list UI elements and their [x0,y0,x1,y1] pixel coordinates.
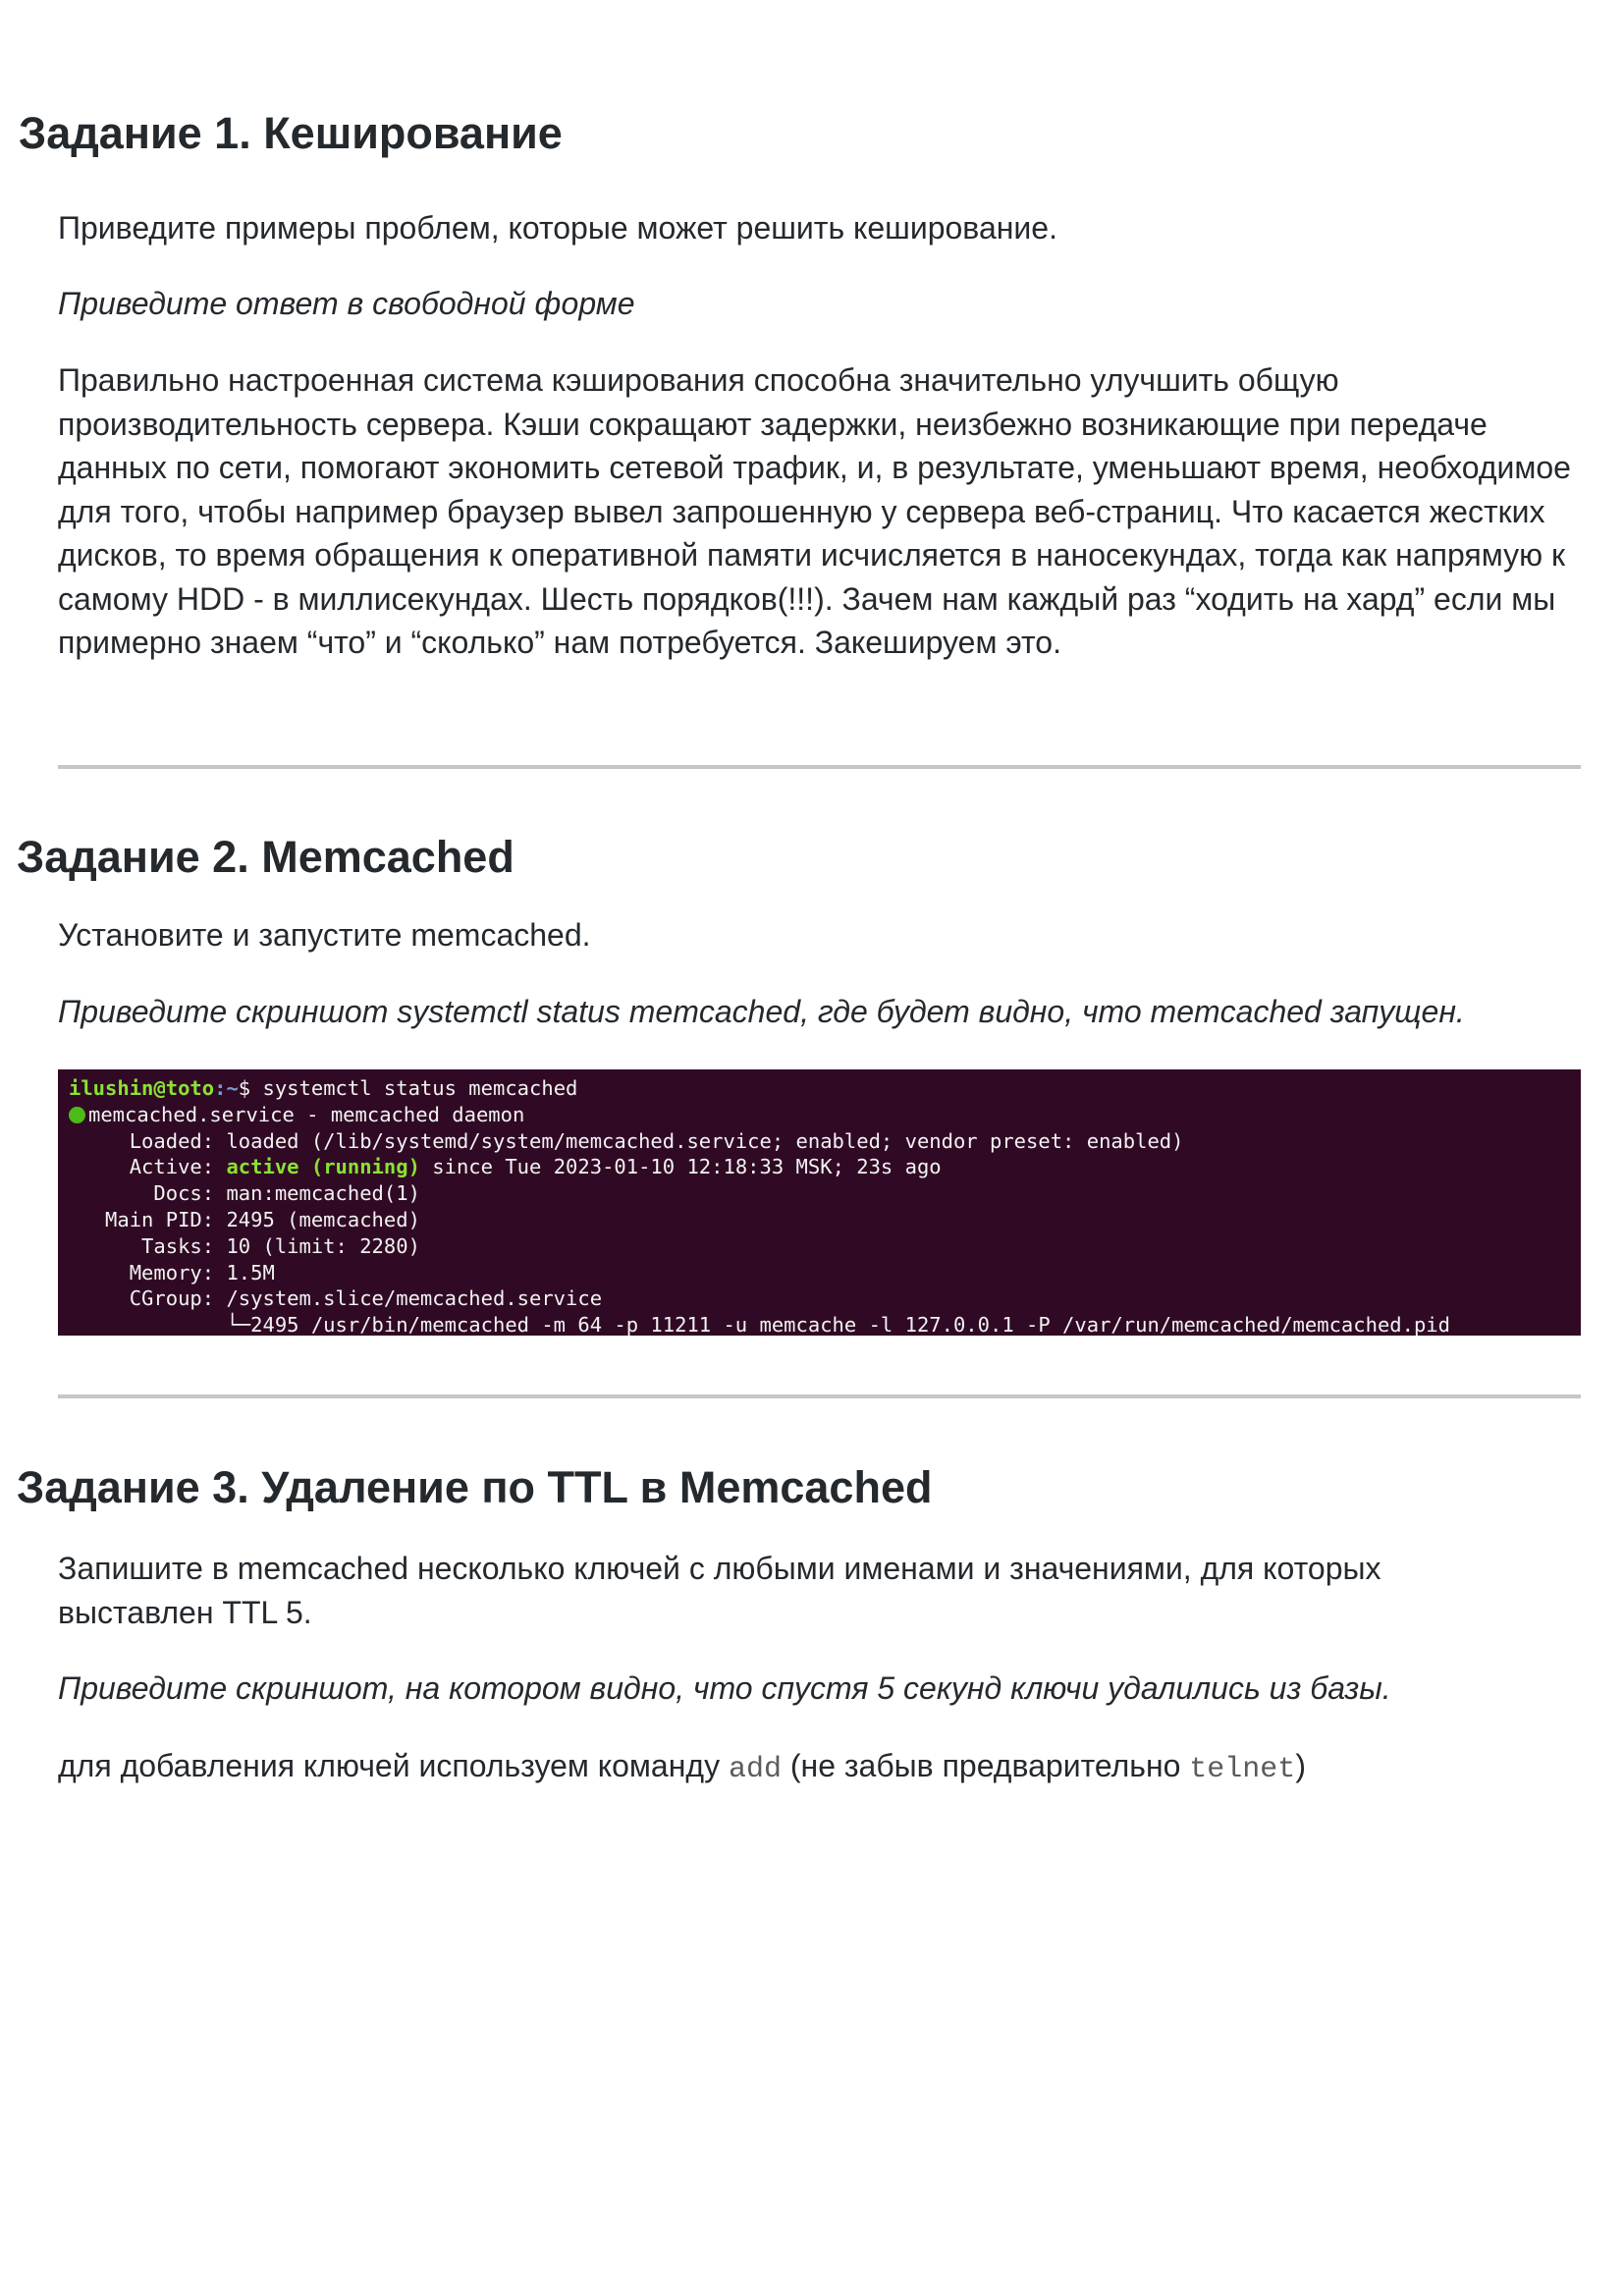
terminal-tasks-line: Tasks: 10 (limit: 2280) [69,1233,420,1258]
active-state: active (running) [226,1155,420,1179]
task1-title: Задание 1. Кеширование [19,108,563,158]
code-add: add [728,1753,782,1786]
terminal-loaded-line: Loaded: loaded (/lib/systemd/system/memc… [69,1128,1184,1153]
active-label: Active: [69,1155,227,1179]
task2-question: Установите и запустите memcached. [58,917,591,953]
answer-text-prefix: для добавления ключей используем команду [58,1748,729,1783]
active-since: since Tue 2023-01-10 12:18:33 MSK; 23s a… [419,1155,942,1179]
answer-text-suffix: ) [1295,1748,1306,1783]
status-dot-icon [69,1106,85,1123]
answer-text-middle: (не забыв предварительно [781,1748,1190,1783]
terminal-memory-line: Memory: 1.5M [69,1260,275,1285]
prompt-user: ilushin@toto [69,1076,215,1100]
section-divider [58,1394,1581,1398]
terminal-cgroup-line: CGroup: /system.slice/memcached.service [69,1286,603,1311]
code-telnet: telnet [1189,1753,1296,1786]
document-page: Задание 1. Кеширование Приведите примеры… [0,0,1624,2296]
terminal-screenshot: ilushin@toto:~$ systemctl status memcach… [58,1069,1581,1336]
task2-instruction: Приведите скриншот systemctl status memc… [58,994,1465,1029]
task1-question: Приведите примеры проблем, которые может… [58,210,1057,246]
task3-answer: для добавления ключей используем команду… [58,1744,1590,1792]
prompt-command: $ systemctl status memcached [238,1076,578,1100]
service-name: memcached.service - memcached daemon [88,1102,525,1126]
task3-instruction: Приведите скриншот, на котором видно, чт… [58,1670,1391,1706]
task3-title: Задание 3. Удаление по TTL в Memcached [17,1462,933,1512]
task2-title: Задание 2. Memcached [17,832,514,882]
terminal-prompt-line: ilushin@toto:~$ systemctl status memcach… [69,1075,1581,1102]
section-divider [58,765,1581,769]
terminal-active-line: Active: active (running) since Tue 2023-… [69,1154,1581,1180]
terminal-mainpid-line: Main PID: 2495 (memcached) [69,1207,420,1231]
task1-instruction: Приведите ответ в свободной форме [58,286,635,321]
terminal-docs-line: Docs: man:memcached(1) [69,1181,420,1206]
terminal-service-line: memcached.service - memcached daemon [69,1102,1581,1128]
task3-question: Запишите в memcached несколько ключей с … [58,1551,1381,1630]
terminal-process-line: └─2495 /usr/bin/memcached -m 64 -p 11211… [69,1313,1450,1336]
task1-answer: Правильно настроенная система кэшировани… [58,362,1571,660]
prompt-path: :~ [214,1076,239,1100]
